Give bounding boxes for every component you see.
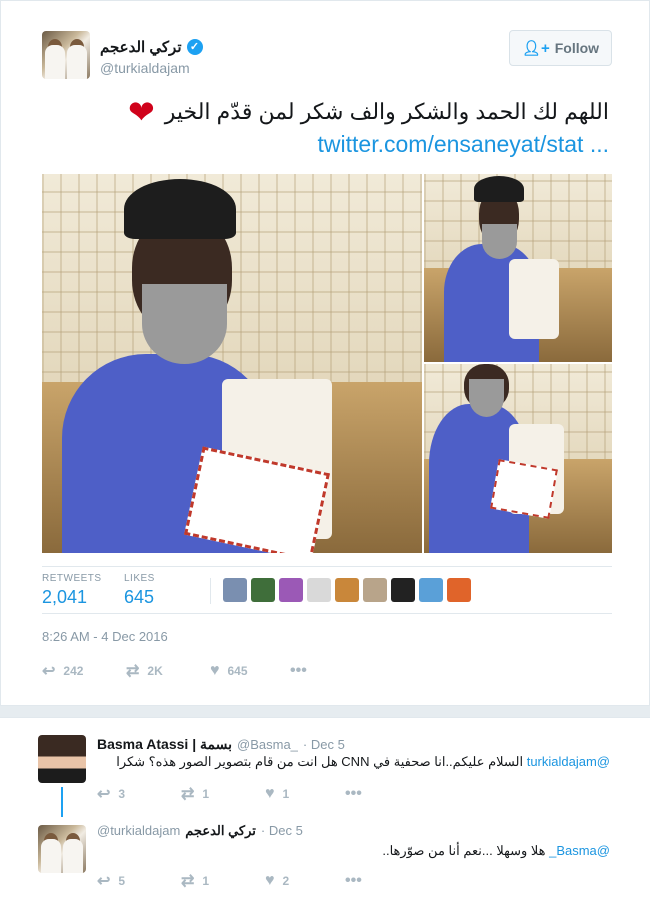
likes-value: 645 — [124, 587, 155, 607]
add-user-icon: 👤︎+ — [521, 40, 550, 57]
tweet-actions: ↩ 242 ⇄ 2K ♥ 645 ••• — [42, 661, 307, 681]
like-action[interactable]: ♥ 645 — [210, 662, 290, 680]
like-heart-icon: ♥ — [210, 662, 220, 679]
reply-icon: ↩ — [97, 873, 111, 890]
reply-1-reply-action[interactable]: ↩ 3 — [97, 784, 181, 804]
liker-avatar[interactable] — [363, 578, 387, 602]
reply-1-like-action[interactable]: ♥ 1 — [265, 785, 345, 803]
reply-2-handle[interactable]: @turkialdajam — [97, 823, 180, 838]
retweet-count: 2K — [147, 664, 163, 678]
reply-2-retweet-count: 1 — [202, 874, 210, 888]
reply-1-handle[interactable]: @Basma_ — [237, 737, 298, 752]
reply-2-avatar[interactable] — [38, 825, 86, 873]
replies-card: Basma Atassi | بسمة @Basma_ · Dec 5 @tur… — [0, 717, 650, 904]
reply-count: 242 — [63, 664, 84, 678]
tweet-timestamp[interactable]: 8:26 AM - 4 Dec 2016 — [42, 629, 168, 644]
reply-2-actions: ↩ 5 ⇄ 1 ♥ 2 ••• — [97, 871, 362, 891]
liker-avatar[interactable] — [391, 578, 415, 602]
reply-2-reply-count: 5 — [118, 874, 126, 888]
verified-badge-icon: ✓ — [186, 39, 203, 55]
like-heart-icon: ♥ — [265, 872, 275, 889]
liker-avatar[interactable] — [419, 578, 443, 602]
reply-1-date[interactable]: · Dec 5 — [303, 737, 345, 752]
retweets-stat[interactable]: RETWEETS 2,041 — [42, 573, 102, 608]
reply-1-header: Basma Atassi | بسمة @Basma_ · Dec 5 — [97, 736, 345, 753]
reply-1-more-action[interactable]: ••• — [345, 785, 362, 803]
more-dots-icon: ••• — [345, 872, 362, 889]
retweet-action[interactable]: ⇄ 2K — [126, 661, 210, 681]
heart-emoji-icon: ❤︎ — [127, 94, 155, 130]
more-dots-icon: ••• — [345, 785, 362, 802]
reply-action[interactable]: ↩ 242 — [42, 661, 126, 681]
reply-2-more-action[interactable]: ••• — [345, 872, 362, 890]
likes-stat[interactable]: LIKES 645 — [124, 573, 155, 608]
like-heart-icon: ♥ — [265, 785, 275, 802]
author-handle[interactable]: @turkialdajam — [100, 60, 190, 76]
thread-connector — [61, 787, 63, 817]
reply-2-header: @turkialdajam تركي الدعجم · Dec 5 — [97, 823, 303, 839]
reply-1-avatar[interactable] — [38, 735, 86, 783]
reply-1-reply-count: 3 — [118, 787, 126, 801]
tweet-stats: RETWEETS 2,041 LIKES 645 — [42, 566, 612, 614]
likers-avatars — [210, 578, 471, 604]
tweet-card: تركي الدعجم ✓ @turkialdajam 👤︎+ Follow ا… — [0, 0, 650, 706]
liker-avatar[interactable] — [447, 578, 471, 602]
reply-2-like-action[interactable]: ♥ 2 — [265, 872, 345, 890]
tweet-link[interactable]: twitter.com/ensaneyat/stat ... — [318, 131, 609, 158]
more-action[interactable]: ••• — [290, 662, 307, 680]
reply-1-name[interactable]: Basma Atassi | بسمة — [97, 736, 232, 753]
reply-2-reply-action[interactable]: ↩ 5 — [97, 871, 181, 891]
tweet-photo-top-right[interactable] — [424, 174, 612, 362]
reply-1-like-count: 1 — [282, 787, 290, 801]
reply-2-body: هلا وسهلا ...نعم أنا من صوّرها.. — [382, 843, 546, 858]
reply-1-text: @turkialdajam السلام عليكم..انا صحفية في… — [116, 754, 610, 770]
retweets-label: RETWEETS — [42, 573, 102, 584]
more-dots-icon: ••• — [290, 662, 307, 679]
likes-label: LIKES — [124, 573, 155, 584]
tweet-photo-bottom-right[interactable] — [424, 364, 612, 553]
retweet-icon: ⇄ — [181, 786, 195, 803]
tweet-text: اللهم لك الحمد والشكر والف شكر لمن قدّم … — [128, 96, 609, 128]
reply-2-like-count: 2 — [282, 874, 290, 888]
reply-1-retweet-action[interactable]: ⇄ 1 — [181, 784, 265, 804]
reply-icon: ↩ — [42, 663, 56, 680]
reply-2-date[interactable]: · Dec 5 — [261, 823, 303, 838]
reply-icon: ↩ — [97, 786, 111, 803]
tweet-body: اللهم لك الحمد والشكر والف شكر لمن قدّم … — [164, 99, 609, 124]
reply-1-retweet-count: 1 — [202, 787, 210, 801]
liker-avatar[interactable] — [223, 578, 247, 602]
liker-avatar[interactable] — [279, 578, 303, 602]
reply-2-name[interactable]: تركي الدعجم — [185, 823, 256, 839]
reply-1-mention[interactable]: @turkialdajam — [527, 754, 610, 769]
reply-2-retweet-action[interactable]: ⇄ 1 — [181, 871, 265, 891]
liker-avatar[interactable] — [251, 578, 275, 602]
tweet-photo-main[interactable] — [42, 174, 422, 553]
reply-1-body: السلام عليكم..انا صحفية في CNN هل انت من… — [116, 754, 524, 769]
retweet-icon: ⇄ — [126, 663, 140, 680]
liker-avatar[interactable] — [335, 578, 359, 602]
follow-button[interactable]: 👤︎+ Follow — [509, 30, 612, 66]
liker-avatar[interactable] — [307, 578, 331, 602]
like-count: 645 — [227, 664, 248, 678]
author-name[interactable]: تركي الدعجم — [100, 38, 182, 56]
retweet-icon: ⇄ — [181, 873, 195, 890]
reply-2-mention[interactable]: @Basma_ — [549, 843, 610, 858]
reply-2-text: @Basma_ هلا وسهلا ...نعم أنا من صوّرها.. — [382, 843, 610, 859]
author-avatar[interactable] — [42, 31, 90, 79]
follow-label: Follow — [554, 40, 600, 56]
retweets-value: 2,041 — [42, 587, 88, 607]
reply-1-actions: ↩ 3 ⇄ 1 ♥ 1 ••• — [97, 784, 362, 804]
